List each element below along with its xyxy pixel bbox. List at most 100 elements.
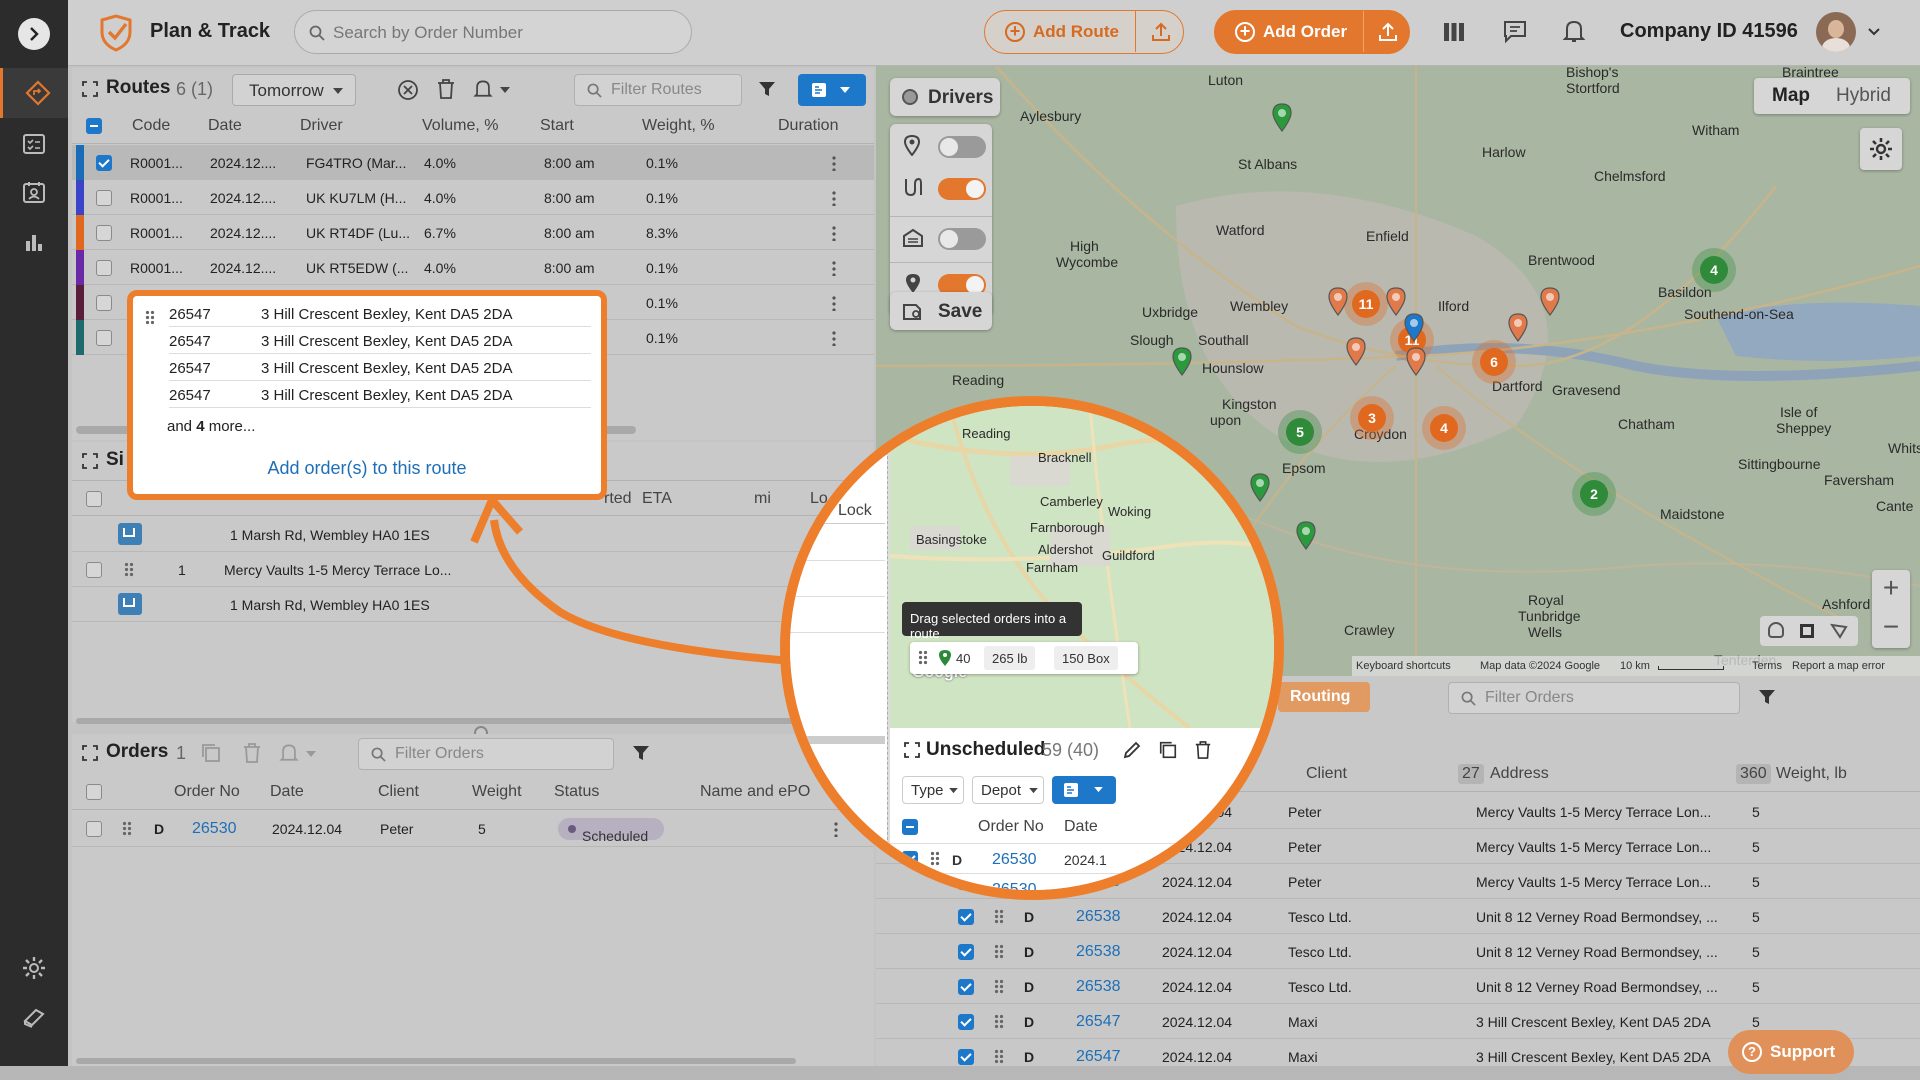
drag-handle-icon[interactable]	[994, 944, 1004, 960]
upload-order-icon[interactable]	[1377, 21, 1399, 43]
order-number-link[interactable]: 26530	[192, 820, 237, 838]
order-number-link[interactable]: 26547	[1076, 1048, 1121, 1066]
toggle-locations[interactable]	[938, 136, 986, 158]
zoom-out-button[interactable]: −	[1872, 610, 1910, 648]
stop-checkbox[interactable]	[86, 562, 102, 578]
map-pin-icon[interactable]	[1403, 312, 1425, 342]
type-select[interactable]: Type	[902, 776, 964, 804]
select-all-stops-checkbox[interactable]	[86, 491, 102, 507]
order-number-link[interactable]: 26530	[992, 881, 1037, 890]
stop-row[interactable]: 1 Mercy Vaults 1-5 Mercy Terrace Lo...	[72, 552, 874, 587]
route-row[interactable]: R0001... 2024.12.... UK RT5EDW (... 4.0% 8:0…	[72, 250, 874, 285]
drag-selection-handle-icon[interactable]	[918, 650, 928, 666]
trash-icon[interactable]	[436, 78, 456, 100]
trash-icon[interactable]	[1194, 740, 1212, 760]
stops-hscrollbar[interactable]	[76, 718, 856, 724]
expand-icon[interactable]	[82, 453, 98, 469]
map-settings-button[interactable]	[1860, 128, 1902, 170]
select-all-orders-checkbox[interactable]	[86, 784, 102, 800]
map-cluster[interactable]: 2	[1572, 472, 1616, 516]
map-pin-icon[interactable]	[1405, 346, 1427, 376]
select-all-routes-checkbox[interactable]	[86, 118, 102, 134]
drag-handle-icon[interactable]	[122, 821, 132, 837]
map-cluster[interactable]: 11	[1344, 282, 1388, 326]
keyboard-shortcuts-link[interactable]: Keyboard shortcuts	[1356, 660, 1451, 672]
order-checkbox[interactable]	[958, 909, 974, 925]
select-all-unscheduled-checkbox[interactable]	[902, 819, 918, 835]
bell-icon[interactable]	[1562, 18, 1586, 44]
popup-drag-handle-icon[interactable]	[145, 310, 155, 326]
depot-stop-row[interactable]: 1 Marsh Rd, Wembley HA0 1ES	[72, 517, 874, 552]
add-orders-to-route-link[interactable]: Add order(s) to this route	[133, 458, 601, 479]
routing-button[interactable]: Routing	[1278, 682, 1370, 712]
pencil-icon[interactable]	[1122, 740, 1142, 760]
map-pin-icon[interactable]	[1345, 336, 1367, 366]
row-menu-icon[interactable]	[832, 295, 836, 311]
map-cluster[interactable]: 3	[1350, 396, 1394, 440]
orders-hscrollbar[interactable]	[76, 1058, 796, 1064]
map-pin-icon[interactable]	[1507, 312, 1529, 342]
support-button[interactable]: ? Support	[1728, 1030, 1854, 1074]
notify-bell-icon[interactable]	[278, 742, 300, 764]
route-checkbox[interactable]	[96, 260, 112, 276]
period-select[interactable]: Tomorrow	[232, 74, 356, 106]
routes-export-button[interactable]	[798, 74, 866, 106]
map-cluster[interactable]: 4	[1692, 248, 1736, 292]
map-pin-icon[interactable]	[1327, 286, 1349, 316]
toggle-routes[interactable]	[938, 178, 986, 200]
order-number-link[interactable]: 26530	[992, 851, 1037, 869]
route-checkbox[interactable]	[96, 155, 112, 171]
notify-bell-icon[interactable]	[472, 78, 494, 100]
copy-icon[interactable]	[1158, 740, 1178, 760]
map-tab-hybrid[interactable]: Hybrid	[1836, 85, 1891, 107]
route-checkbox[interactable]	[96, 225, 112, 241]
upload-route-icon[interactable]	[1150, 21, 1172, 43]
filter-funnel-icon[interactable]	[632, 744, 650, 762]
lasso-icon[interactable]	[1830, 623, 1848, 639]
drag-handle-icon[interactable]	[994, 1049, 1004, 1065]
copy-icon[interactable]	[200, 742, 222, 764]
route-row[interactable]: R0001... 2024.12.... UK KU7LM (H... 4.0% 8:0…	[72, 180, 874, 215]
expand-nav-button[interactable]	[18, 18, 50, 50]
row-menu-icon[interactable]	[832, 330, 836, 346]
row-menu-icon[interactable]	[832, 155, 836, 171]
caret-down-icon[interactable]	[500, 86, 510, 94]
expand-icon[interactable]	[82, 81, 98, 97]
map-pin-icon[interactable]	[1271, 102, 1293, 132]
toggle-depots[interactable]	[938, 228, 986, 250]
expand-icon[interactable]	[82, 745, 98, 761]
order-checkbox[interactable]	[958, 944, 974, 960]
map-cluster[interactable]: 4	[1422, 406, 1466, 450]
nav-guide[interactable]	[20, 1002, 48, 1030]
order-checkbox[interactable]	[958, 1049, 974, 1065]
depot-select[interactable]: Depot	[972, 776, 1044, 804]
route-row[interactable]: R0001... 2024.12.... FG4TRO (Mar... 4.0% 8:0…	[72, 145, 874, 180]
drag-handle-icon[interactable]	[124, 562, 134, 578]
map-pin-icon[interactable]	[1295, 520, 1317, 550]
chevron-down-icon[interactable]	[1868, 28, 1880, 36]
caret-down-icon[interactable]	[306, 750, 316, 758]
rectangle-select-icon[interactable]	[1800, 624, 1814, 638]
route-checkbox[interactable]	[96, 190, 112, 206]
filter-funnel-icon[interactable]	[758, 80, 776, 98]
chat-icon[interactable]	[1502, 18, 1528, 44]
order-checkbox[interactable]	[902, 851, 918, 867]
map-save-button[interactable]: Save	[890, 292, 992, 330]
map-cluster[interactable]: 5	[1278, 410, 1322, 454]
drag-handle-icon[interactable]	[994, 979, 1004, 995]
map-pin-icon[interactable]	[1171, 346, 1193, 376]
expand-icon[interactable]	[904, 742, 920, 758]
drag-handle-icon[interactable]	[930, 851, 940, 867]
filter-funnel-icon[interactable]	[1758, 688, 1776, 706]
order-number-link[interactable]: 26538	[1076, 978, 1121, 996]
nav-drivers[interactable]	[20, 178, 48, 206]
order-checkbox[interactable]	[86, 821, 102, 837]
order-row[interactable]: D 26530 2024.12.04 Peter 5 Scheduled	[72, 811, 874, 847]
unscheduled-filter-input[interactable]: Filter Orders	[1448, 682, 1740, 714]
route-row[interactable]: R0001... 2024.12.... UK RT4DF (Lu... 6.7% 8:…	[72, 215, 874, 250]
unscheduled-order-row[interactable]: D 26538 2024.12.04 Tesco Ltd. Unit 8 12 Vern…	[876, 934, 1920, 969]
row-menu-icon[interactable]	[832, 225, 836, 241]
add-order-button[interactable]: + Add Order	[1215, 11, 1363, 52]
zoom-in-button[interactable]: +	[1872, 570, 1910, 608]
order-checkbox[interactable]	[958, 979, 974, 995]
